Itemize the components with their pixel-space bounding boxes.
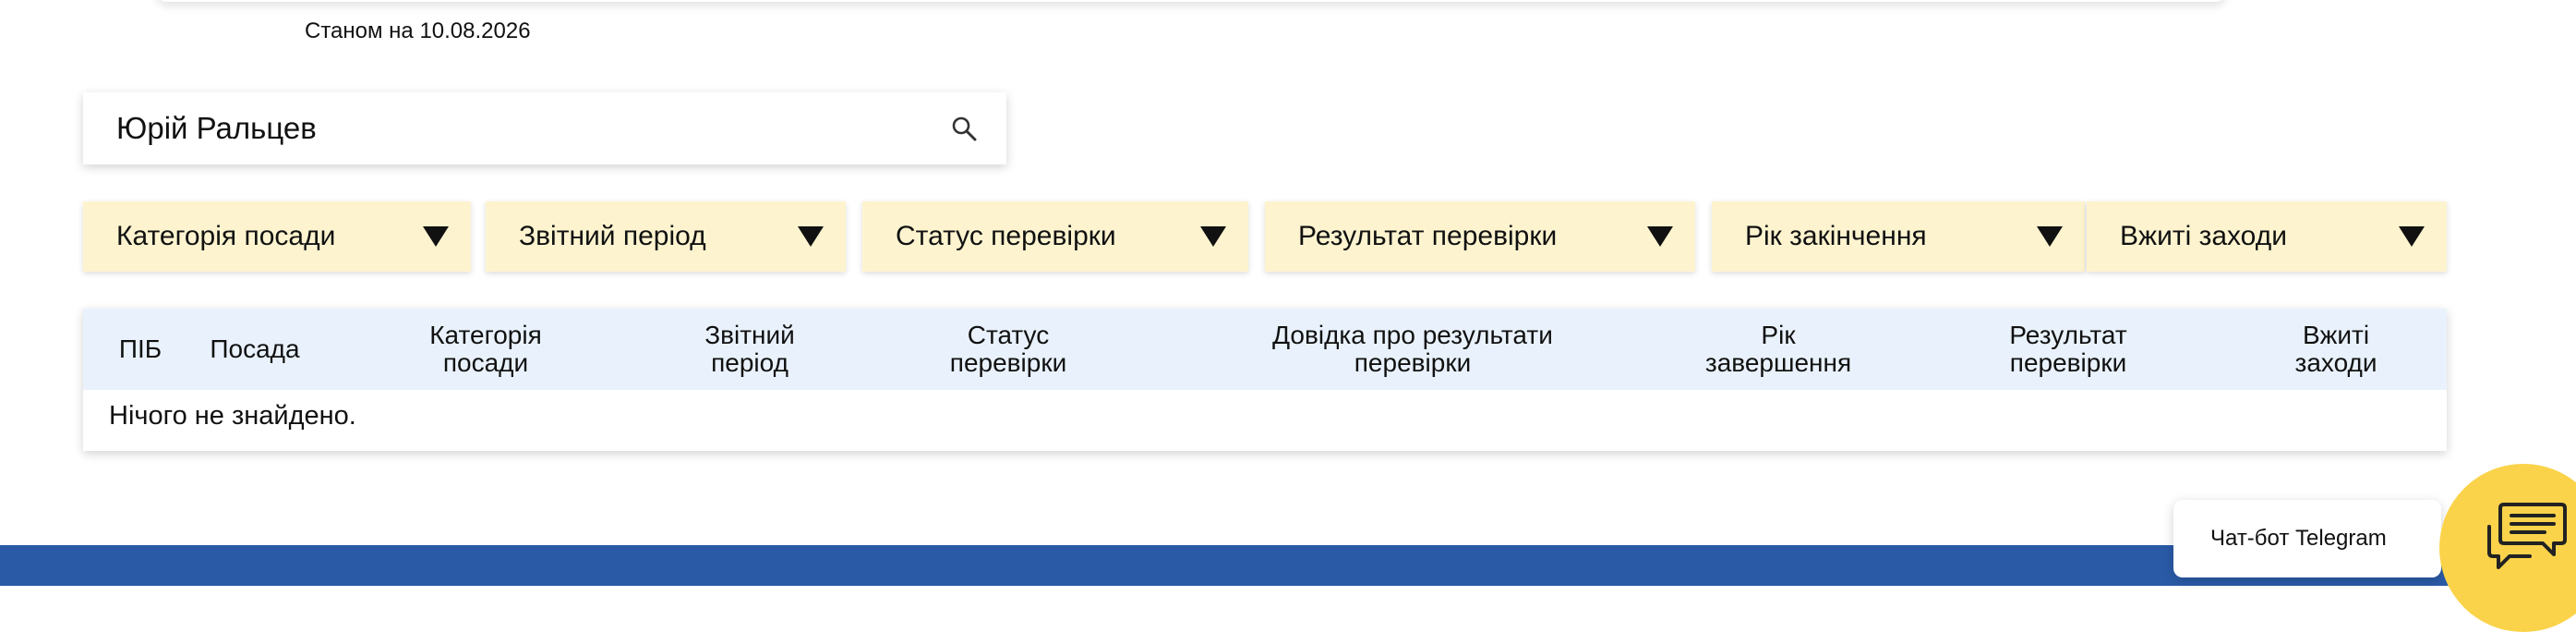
filter-label: Категорія посади <box>116 221 336 251</box>
search-box[interactable] <box>83 92 1006 164</box>
dropdown-arrow-icon <box>423 226 449 247</box>
dropdown-arrow-icon <box>2037 226 2063 247</box>
filter-measures-taken[interactable]: Вжиті заходи <box>2087 201 2447 272</box>
chat-label-text: Чат-бот Telegram <box>2210 526 2387 551</box>
as-of-date-text: Станом на 10.08.2026 <box>305 18 531 43</box>
filter-check-status[interactable]: Статус перевірки <box>862 201 1248 272</box>
column-header-measures-taken: Вжиті заходи <box>2294 321 2377 377</box>
column-header-check-status: Статус перевірки <box>949 321 1067 377</box>
filter-reporting-period[interactable]: Звітний період <box>486 201 846 272</box>
filter-label: Звітний період <box>519 221 706 251</box>
dropdown-arrow-icon <box>798 226 824 247</box>
search-icon[interactable] <box>949 114 979 143</box>
telegram-chatbot-label[interactable]: Чат-бот Telegram <box>2173 500 2441 577</box>
top-panel <box>157 0 2225 2</box>
column-header-check-result: Результат перевірки <box>2009 321 2127 377</box>
search-input[interactable] <box>116 111 949 146</box>
filter-label: Результат перевірки <box>1298 221 1558 251</box>
empty-results-message: Нічого не знайдено. <box>109 401 356 431</box>
chat-button[interactable] <box>2439 464 2576 632</box>
dropdown-arrow-icon <box>2399 226 2425 247</box>
column-header-name: ПІБ <box>118 334 163 363</box>
filter-label: Вжиті заходи <box>2120 221 2287 251</box>
results-table: ПІБ Посада Категорія посади Звітний період… <box>83 309 2447 451</box>
dropdown-arrow-icon <box>1647 226 1673 247</box>
dropdown-arrow-icon <box>1200 226 1226 247</box>
table-header: ПІБ Посада Категорія посади Звітний період… <box>83 309 2447 390</box>
filter-label: Статус перевірки <box>896 221 1116 251</box>
filter-label: Рік закінчення <box>1745 221 1927 251</box>
column-header-position-category: Категорія посади <box>429 321 542 377</box>
column-header-position: Посада <box>210 334 300 363</box>
chat-bubbles-icon <box>2487 503 2567 569</box>
filter-position-category[interactable]: Категорія посади <box>83 201 471 272</box>
column-header-check-report: Довідка про результати перевірки <box>1272 321 1553 377</box>
column-header-completion-year: Рік завершення <box>1704 321 1852 377</box>
filter-check-result[interactable]: Результат перевірки <box>1265 201 1695 272</box>
column-header-reporting-period: Звітний період <box>704 321 795 377</box>
filter-end-year[interactable]: Рік закінчення <box>1712 201 2085 272</box>
